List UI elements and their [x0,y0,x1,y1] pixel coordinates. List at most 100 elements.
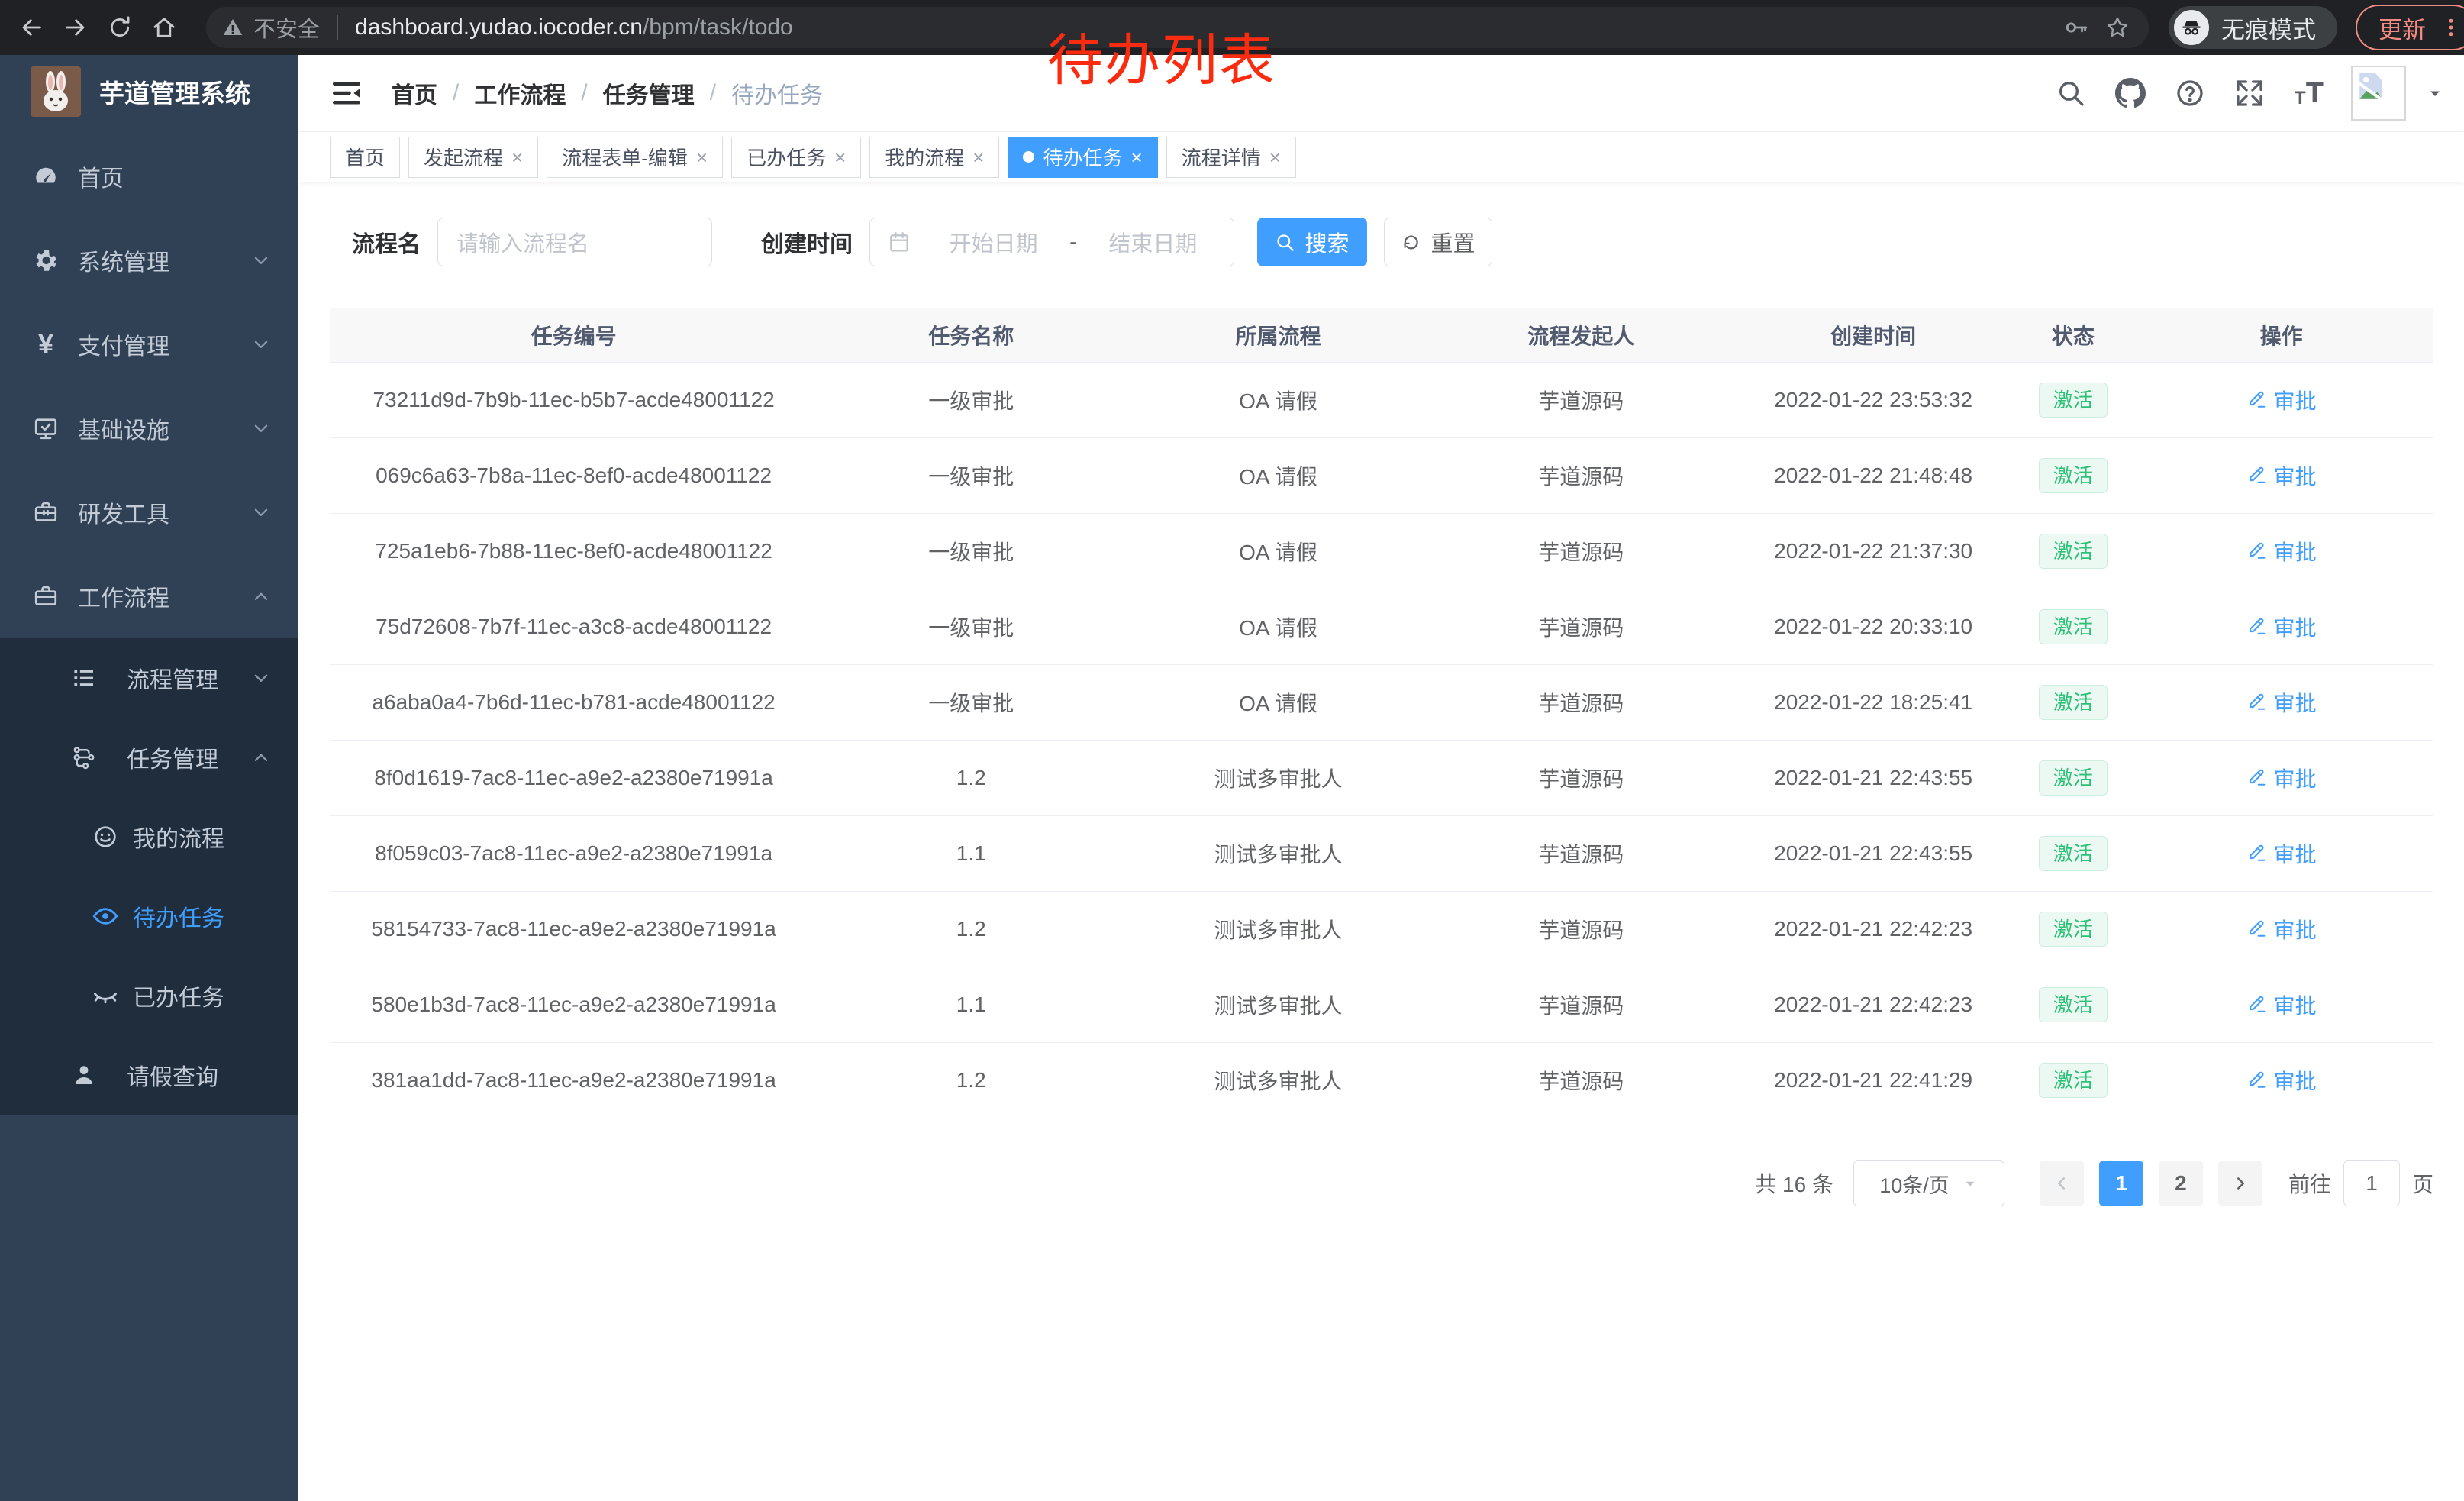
cell-action: 审批 [2130,460,2433,492]
github-button[interactable] [2113,76,2148,111]
browser-back-button[interactable] [9,5,53,50]
cell-process: OA 请假 [1124,687,1431,718]
browser-reload-button[interactable] [98,5,142,50]
breadcrumb-separator: / [453,80,459,106]
approve-link[interactable]: 审批 [2246,385,2317,415]
breadcrumb-item-任务管理[interactable]: 任务管理 [603,76,695,110]
search-submit-button[interactable]: 搜索 [1257,218,1367,266]
help-button[interactable] [2172,76,2208,111]
navbar-actions: TT [2053,66,2444,121]
page-button-1[interactable]: 1 [2099,1161,2143,1206]
approve-link[interactable]: 审批 [2246,1065,2317,1096]
sidebar-item-待办任务[interactable]: 待办任务 [0,876,298,956]
table-body: 73211d9d-7b9b-11ec-b5b7-acde48001122一级审批… [330,363,2433,1118]
sidebar-item-系统管理[interactable]: 系统管理 [0,218,298,302]
sidebar-item-支付管理[interactable]: ¥支付管理 [0,302,298,386]
sidebar-item-我的流程[interactable]: 我的流程 [0,797,298,876]
site-security-indicator[interactable]: 不安全 [221,11,320,44]
approve-link[interactable]: 审批 [2246,989,2317,1020]
sidebar-item-任务管理[interactable]: 任务管理 [0,718,298,797]
column-header-操作: 操作 [2130,320,2433,350]
column-header-状态: 状态 [2016,320,2130,350]
browser-update-button[interactable]: 更新 [2356,5,2464,50]
sidebar-item-请假查询[interactable]: 请假查询 [0,1035,298,1115]
page-size-select[interactable]: 10条/页 [1853,1160,2004,1206]
breadcrumb-item-首页[interactable]: 首页 [392,76,437,110]
avatar-caret-icon[interactable] [2426,84,2444,102]
goto-page-input[interactable]: 1 [2343,1160,2400,1206]
cell-starter: 芋道源码 [1432,914,1730,944]
edit-pencil-icon [2246,692,2268,713]
approve-link[interactable]: 审批 [2246,536,2317,567]
close-tab-icon[interactable]: × [511,147,523,167]
tab-已办任务[interactable]: 已办任务× [731,137,861,178]
column-header-流程发起人: 流程发起人 [1432,320,1730,350]
sidebar-item-首页[interactable]: 首页 [0,134,298,218]
cell-id: 73211d9d-7b9b-11ec-b5b7-acde48001122 [330,388,818,412]
approve-link[interactable]: 审批 [2246,460,2317,491]
reset-button[interactable]: 重置 [1384,218,1492,266]
close-tab-icon[interactable]: × [696,147,708,167]
tab-发起流程[interactable]: 发起流程× [408,137,538,178]
warning-icon [221,16,244,39]
tab-流程详情[interactable]: 流程详情× [1166,137,1296,178]
close-tab-icon[interactable]: × [972,147,984,167]
status-badge: 激活 [2039,836,2108,871]
font-size-button[interactable]: TT [2291,76,2327,111]
close-tab-icon[interactable]: × [1131,147,1143,167]
approve-link[interactable]: 审批 [2246,838,2317,869]
sidebar-collapse-button[interactable] [327,74,366,112]
address-divider [337,15,338,40]
next-page-button[interactable] [2218,1161,2262,1206]
cell-name: 1.1 [818,993,1124,1017]
tab-我的流程[interactable]: 我的流程 × [869,137,999,178]
close-tab-icon[interactable]: × [1269,147,1281,167]
broken-image-icon [2356,70,2388,102]
date-range-input[interactable]: 开始日期 - 结束日期 [869,218,1234,266]
browser-home-button[interactable] [142,5,186,50]
app-logo-row[interactable]: 芋道管理系统 [0,55,298,128]
fullscreen-button[interactable] [2232,76,2267,111]
prev-page-button[interactable] [2040,1161,2084,1206]
tab-label: 我的流程 [885,143,964,171]
tab-流程表单-编辑[interactable]: 流程表单-编辑× [547,137,723,178]
chevron-down-icon [251,418,271,438]
sidebar-item-工作流程[interactable]: 工作流程 [0,554,298,638]
edit-pencil-icon [2246,994,2268,1015]
reload-icon [107,15,133,40]
kebab-menu-icon[interactable] [2440,16,2462,39]
column-header-创建时间: 创建时间 [1730,320,2017,350]
tab-首页[interactable]: 首页 [330,137,400,178]
edit-pencil-icon [2246,767,2268,789]
table-row: 8f059c03-7ac8-11ec-a9e2-a2380e71991a1.1测… [330,816,2433,892]
pagination-total: 共 16 条 [1755,1168,1833,1199]
github-icon [2115,78,2146,108]
bookmark-star-button[interactable] [2097,7,2138,48]
approve-link[interactable]: 审批 [2246,914,2317,944]
avatar[interactable] [2351,66,2406,121]
process-name-input[interactable]: 请输入流程名 [437,218,712,266]
sidebar-item-已办任务[interactable]: 已办任务 [0,956,298,1035]
password-key-button[interactable] [2056,7,2097,48]
cell-status: 激活 [2016,534,2130,569]
sidebar: 芋道管理系统 首页系统管理¥支付管理基础设施研发工具工作流程流程管理任务管理我的… [0,55,298,1501]
status-badge: 激活 [2039,1063,2108,1098]
sidebar-item-流程管理[interactable]: 流程管理 [0,638,298,718]
page-button-2[interactable]: 2 [2159,1161,2203,1206]
approve-link[interactable]: 审批 [2246,763,2317,793]
cell-starter: 芋道源码 [1432,1065,1730,1096]
close-tab-icon[interactable]: × [834,147,846,167]
face-icon [90,822,121,852]
sidebar-item-研发工具[interactable]: 研发工具 [0,470,298,554]
approve-link[interactable]: 审批 [2246,612,2317,642]
tab-待办任务[interactable]: 待办任务× [1008,137,1157,178]
key-icon [2063,15,2089,40]
browser-forward-button[interactable] [53,5,98,50]
sidebar-item-基础设施[interactable]: 基础设施 [0,386,298,470]
search-button[interactable] [2053,76,2088,111]
table-row: 725a1eb6-7b88-11ec-8ef0-acde48001122一级审批… [330,514,2433,589]
status-badge: 激活 [2039,383,2108,418]
home-icon [151,15,177,40]
approve-link[interactable]: 审批 [2246,687,2317,718]
breadcrumb-item-工作流程[interactable]: 工作流程 [474,76,566,110]
